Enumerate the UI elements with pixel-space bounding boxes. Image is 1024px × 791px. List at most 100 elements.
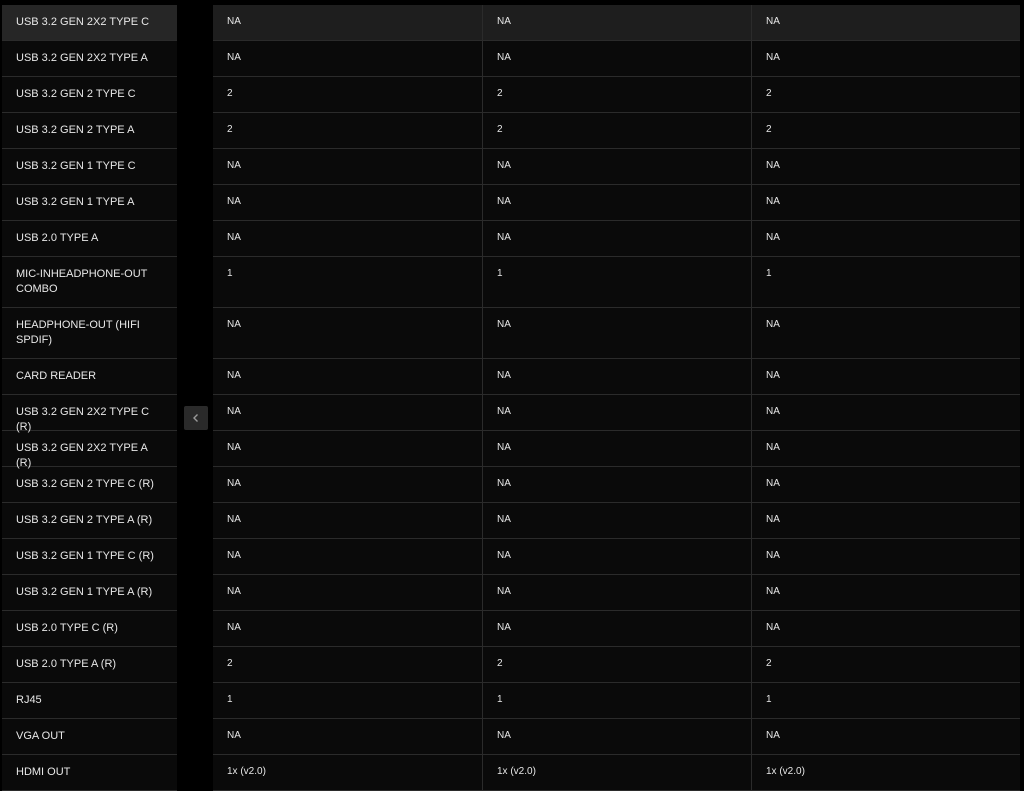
table-cell: NA [227,370,241,381]
table-row: NA NA NA [213,539,1020,575]
table-row: 111 [213,683,1020,719]
table-cell: 2 [751,647,1020,682]
table-cell: NA [482,185,751,220]
table-cell: 1 [482,257,751,307]
table-row: NA NA NA [213,221,1020,257]
collapse-panel-button[interactable] [184,406,208,430]
spec-label[interactable]: HDMI OUT [2,755,177,791]
spec-label[interactable]: USB 3.2 GEN 1 TYPE C [2,149,177,185]
table-row: NA NA NA [213,185,1020,221]
spec-label[interactable]: USB 2.0 TYPE A [2,221,177,257]
spec-label[interactable]: USB 3.2 GEN 1 TYPE A (R) [2,575,177,611]
table-row: NA NA NA [213,719,1020,755]
table-cell: NA [482,149,751,184]
table-cell: NA [751,308,1020,358]
table-cell: NA [227,232,241,243]
table-cell: 1 [227,268,233,279]
table-cell: NA [751,359,1020,394]
table-cell: NA [751,395,1020,430]
spec-label[interactable]: USB 3.2 GEN 2X2 TYPE C (R) [2,395,177,433]
table-cell: 1x (v2.0) [751,755,1020,790]
table-cell: NA [751,611,1020,646]
spec-label[interactable]: VGA OUT [2,719,177,755]
table-cell: 2 [227,88,233,99]
table-row: NA NA NA [213,431,1020,467]
table-cell: NA [751,185,1020,220]
spec-label-column: USB 3.2 GEN 2X2 TYPE C USB 3.2 GEN 2X2 TY… [2,5,177,791]
table-cell: NA [227,16,241,27]
table-row: NA NA NA [213,503,1020,539]
table-cell: NA [482,467,751,502]
table-row: NA NA NA [213,41,1020,77]
table-cell: NA [751,5,1020,40]
spec-label[interactable]: HEADPHONE-OUT (HIFI SPDIF) [2,308,177,359]
table-cell: NA [751,539,1020,574]
table-cell: NA [751,149,1020,184]
table-row: 222 [213,647,1020,683]
table-cell: NA [751,719,1020,754]
spec-label[interactable]: USB 3.2 GEN 2 TYPE A (R) [2,503,177,539]
table-row: NA NA NA [213,359,1020,395]
table-cell: NA [482,5,751,40]
table-cell: NA [227,160,241,171]
spec-values-table: NA NA NA NA NA NA 2 2 2 2 2 2 NA NA NA NA NA NA NA NA NA 1 1 1 N… [213,5,1020,791]
table-row: NA NA NA [213,467,1020,503]
spec-label[interactable]: USB 3.2 GEN 2X2 TYPE A (R) [2,431,177,469]
table-cell: 1x (v2.0) [482,755,751,790]
table-cell: NA [482,575,751,610]
spec-label[interactable]: USB 3.2 GEN 1 TYPE A [2,185,177,221]
spec-label[interactable]: RJ45 [2,683,177,719]
table-cell: NA [482,503,751,538]
table-cell: NA [227,514,241,525]
table-row: NA NA NA [213,575,1020,611]
table-cell: 1 [751,257,1020,307]
table-cell: NA [482,395,751,430]
table-cell: NA [482,359,751,394]
spec-label[interactable]: USB 3.2 GEN 2X2 TYPE A [2,41,177,77]
table-cell: 2 [482,113,751,148]
chevron-left-icon [193,414,198,422]
table-row: NA NA NA [213,149,1020,185]
spec-label[interactable]: MIC-INHEADPHONE-OUT COMBO [2,257,177,308]
table-cell: 2 [482,647,751,682]
table-row: 222 [213,113,1020,149]
table-row: NA NA NA [213,395,1020,431]
table-cell: NA [227,550,241,561]
table-cell: NA [482,41,751,76]
spec-label[interactable]: CARD READER [2,359,177,395]
table-cell: NA [227,319,241,330]
table-cell: 2 [227,124,233,135]
spec-label[interactable]: USB 3.2 GEN 2X2 TYPE C [2,5,177,41]
table-cell: NA [227,622,241,633]
spec-label[interactable]: USB 3.2 GEN 2 TYPE C (R) [2,467,177,503]
table-cell: 1 [482,683,751,718]
table-cell: NA [482,431,751,466]
table-row: 111 [213,257,1020,308]
table-cell: NA [227,730,241,741]
table-cell: NA [751,41,1020,76]
table-cell: NA [751,575,1020,610]
table-cell: NA [482,308,751,358]
table-cell: NA [751,431,1020,466]
table-cell: 2 [227,658,233,669]
table-cell: NA [482,539,751,574]
table-cell: NA [227,196,241,207]
table-cell: NA [751,503,1020,538]
spec-label[interactable]: USB 3.2 GEN 2 TYPE A [2,113,177,149]
table-cell: NA [482,611,751,646]
table-row: NA NA NA [213,308,1020,359]
table-cell: 2 [751,113,1020,148]
table-row: NA NA NA [213,5,1020,41]
table-row: 1x (v2.0) 1x (v2.0) 1x (v2.0) [213,755,1020,791]
table-cell: NA [227,52,241,63]
spec-label[interactable]: USB 2.0 TYPE C (R) [2,611,177,647]
spec-label[interactable]: USB 3.2 GEN 2 TYPE C [2,77,177,113]
spec-label[interactable]: USB 2.0 TYPE A (R) [2,647,177,683]
table-cell: 1 [751,683,1020,718]
table-cell: NA [227,406,241,417]
table-cell: 2 [751,77,1020,112]
table-row: 222 [213,77,1020,113]
spec-label[interactable]: USB 3.2 GEN 1 TYPE C (R) [2,539,177,575]
table-row: NA NA NA [213,611,1020,647]
table-cell: NA [751,467,1020,502]
